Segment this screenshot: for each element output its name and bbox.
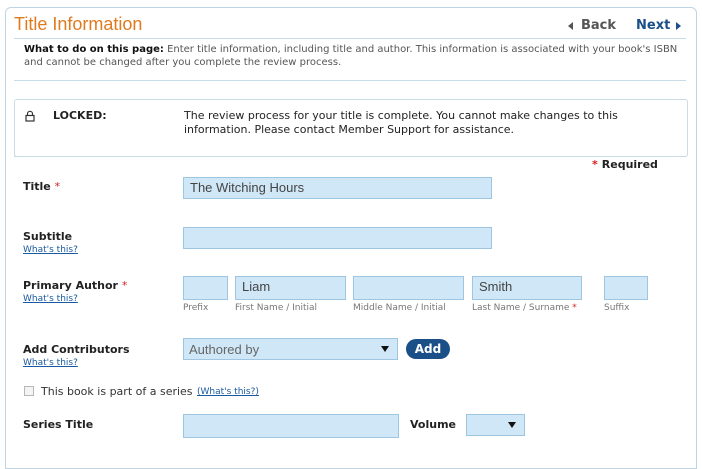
next-button[interactable]: Next bbox=[636, 18, 682, 33]
series-help-link[interactable]: (What's this?) bbox=[197, 387, 259, 397]
page-title: Title Information bbox=[14, 14, 143, 34]
title-required-star: * bbox=[54, 180, 61, 193]
author-first-name-input[interactable]: Liam bbox=[235, 276, 346, 300]
add-contributors-label: Add Contributors bbox=[23, 343, 130, 356]
header-divider bbox=[14, 38, 686, 39]
author-last-name-input[interactable]: Smith bbox=[472, 276, 582, 300]
required-note: * Required bbox=[592, 158, 658, 171]
next-arrow-icon bbox=[676, 21, 682, 30]
subtitle-label: Subtitle bbox=[23, 230, 73, 243]
middle-name-caption: Middle Name / Initial bbox=[353, 303, 446, 313]
instructions-divider bbox=[14, 80, 686, 81]
author-prefix-input[interactable] bbox=[183, 276, 228, 300]
back-arrow-icon bbox=[568, 21, 573, 30]
volume-select[interactable] bbox=[466, 414, 525, 436]
locked-label: LOCKED: bbox=[53, 109, 107, 122]
author-middle-name-input[interactable] bbox=[353, 276, 464, 300]
series-checkbox-label: This book is part of a series bbox=[41, 385, 193, 398]
required-star: * bbox=[592, 158, 598, 171]
contributor-role-select[interactable]: Authored by bbox=[183, 338, 398, 360]
title-input[interactable]: The Witching Hours bbox=[183, 177, 492, 199]
back-button[interactable]: Back bbox=[568, 18, 616, 33]
lock-icon bbox=[25, 110, 35, 122]
back-label: Back bbox=[581, 18, 617, 33]
series-title-input[interactable] bbox=[183, 414, 399, 438]
first-name-caption: First Name / Initial bbox=[235, 303, 318, 313]
volume-dropdown-arrow-icon bbox=[508, 422, 516, 428]
author-suffix-input[interactable] bbox=[604, 276, 648, 300]
last-name-required-star: * bbox=[572, 303, 577, 313]
volume-label: Volume bbox=[410, 418, 456, 431]
primary-author-required-star: * bbox=[121, 279, 128, 292]
required-text: Required bbox=[601, 158, 658, 171]
contributor-role-value: Authored by bbox=[189, 342, 260, 357]
instructions-label: What to do on this page: bbox=[24, 44, 164, 55]
page-instructions: What to do on this page: Enter title inf… bbox=[24, 43, 679, 69]
suffix-caption: Suffix bbox=[604, 303, 630, 313]
next-label: Next bbox=[636, 18, 671, 33]
dropdown-arrow-icon bbox=[381, 346, 389, 352]
contributors-help-link[interactable]: What's this? bbox=[23, 358, 78, 368]
subtitle-input[interactable] bbox=[183, 227, 492, 249]
title-label-text: Title bbox=[23, 180, 51, 193]
add-contributor-button[interactable]: Add bbox=[406, 339, 450, 359]
form-divider bbox=[14, 156, 686, 157]
series-checkbox[interactable] bbox=[24, 386, 34, 396]
primary-author-help-link[interactable]: What's this? bbox=[23, 294, 78, 304]
prefix-caption: Prefix bbox=[183, 303, 209, 313]
subtitle-help-link[interactable]: What's this? bbox=[23, 245, 78, 255]
last-name-caption: Last Name / Surname * bbox=[472, 303, 577, 313]
primary-author-label-text: Primary Author bbox=[23, 279, 118, 292]
last-name-caption-text: Last Name / Surname bbox=[472, 303, 570, 313]
primary-author-label: Primary Author * bbox=[23, 279, 127, 292]
title-label: Title * bbox=[23, 180, 60, 193]
locked-message: The review process for your title is com… bbox=[184, 109, 618, 136]
series-title-label: Series Title bbox=[23, 418, 94, 431]
